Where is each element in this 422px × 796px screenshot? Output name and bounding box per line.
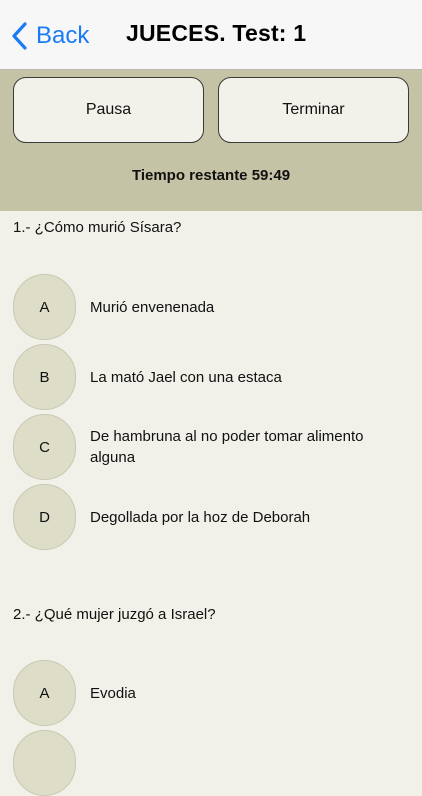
navigation-bar: Back JUECES. Test: 1 (0, 0, 422, 70)
finish-button[interactable]: Terminar (218, 77, 409, 143)
back-button[interactable]: Back (10, 19, 89, 53)
answer-option-a[interactable]: A Murió envenenada (13, 274, 413, 340)
option-text: Murió envenenada (90, 298, 215, 316)
chevron-left-icon (12, 22, 27, 50)
option-letter: A (13, 274, 76, 340)
answer-option-b[interactable]: B La mató Jael con una estaca (13, 344, 413, 410)
question-text: 2.- ¿Qué mujer juzgó a Israel? (13, 606, 216, 623)
answer-option-a[interactable]: A Evodia (13, 660, 413, 726)
page-title: JUECES. Test: 1 (126, 20, 307, 46)
answer-option-d[interactable]: D Degollada por la hoz de Deborah (13, 484, 413, 550)
option-text: Degollada por la hoz de Deborah (90, 508, 311, 526)
option-letter: A (13, 660, 76, 726)
option-letter: D (13, 484, 76, 550)
question-text: 1.- ¿Cómo murió Sísara? (13, 219, 182, 236)
option-text: De hambruna al no poder tomar alimento a… (90, 428, 364, 466)
answer-option-b[interactable] (13, 730, 413, 796)
option-text: Evodia (90, 684, 136, 702)
option-letter (13, 730, 76, 796)
option-text: La mató Jael con una estaca (90, 368, 282, 386)
pause-button[interactable]: Pausa (13, 77, 204, 143)
time-remaining-label: Tiempo restante 59:49 (131, 167, 291, 184)
option-letter: C (13, 414, 76, 480)
option-letter: B (13, 344, 76, 410)
back-button-label: Back (36, 22, 90, 49)
test-controls-panel: Pausa Terminar Tiempo restante 59:49 (0, 70, 422, 211)
answer-option-c[interactable]: C De hambruna al no poder tomar alimento… (13, 414, 413, 480)
